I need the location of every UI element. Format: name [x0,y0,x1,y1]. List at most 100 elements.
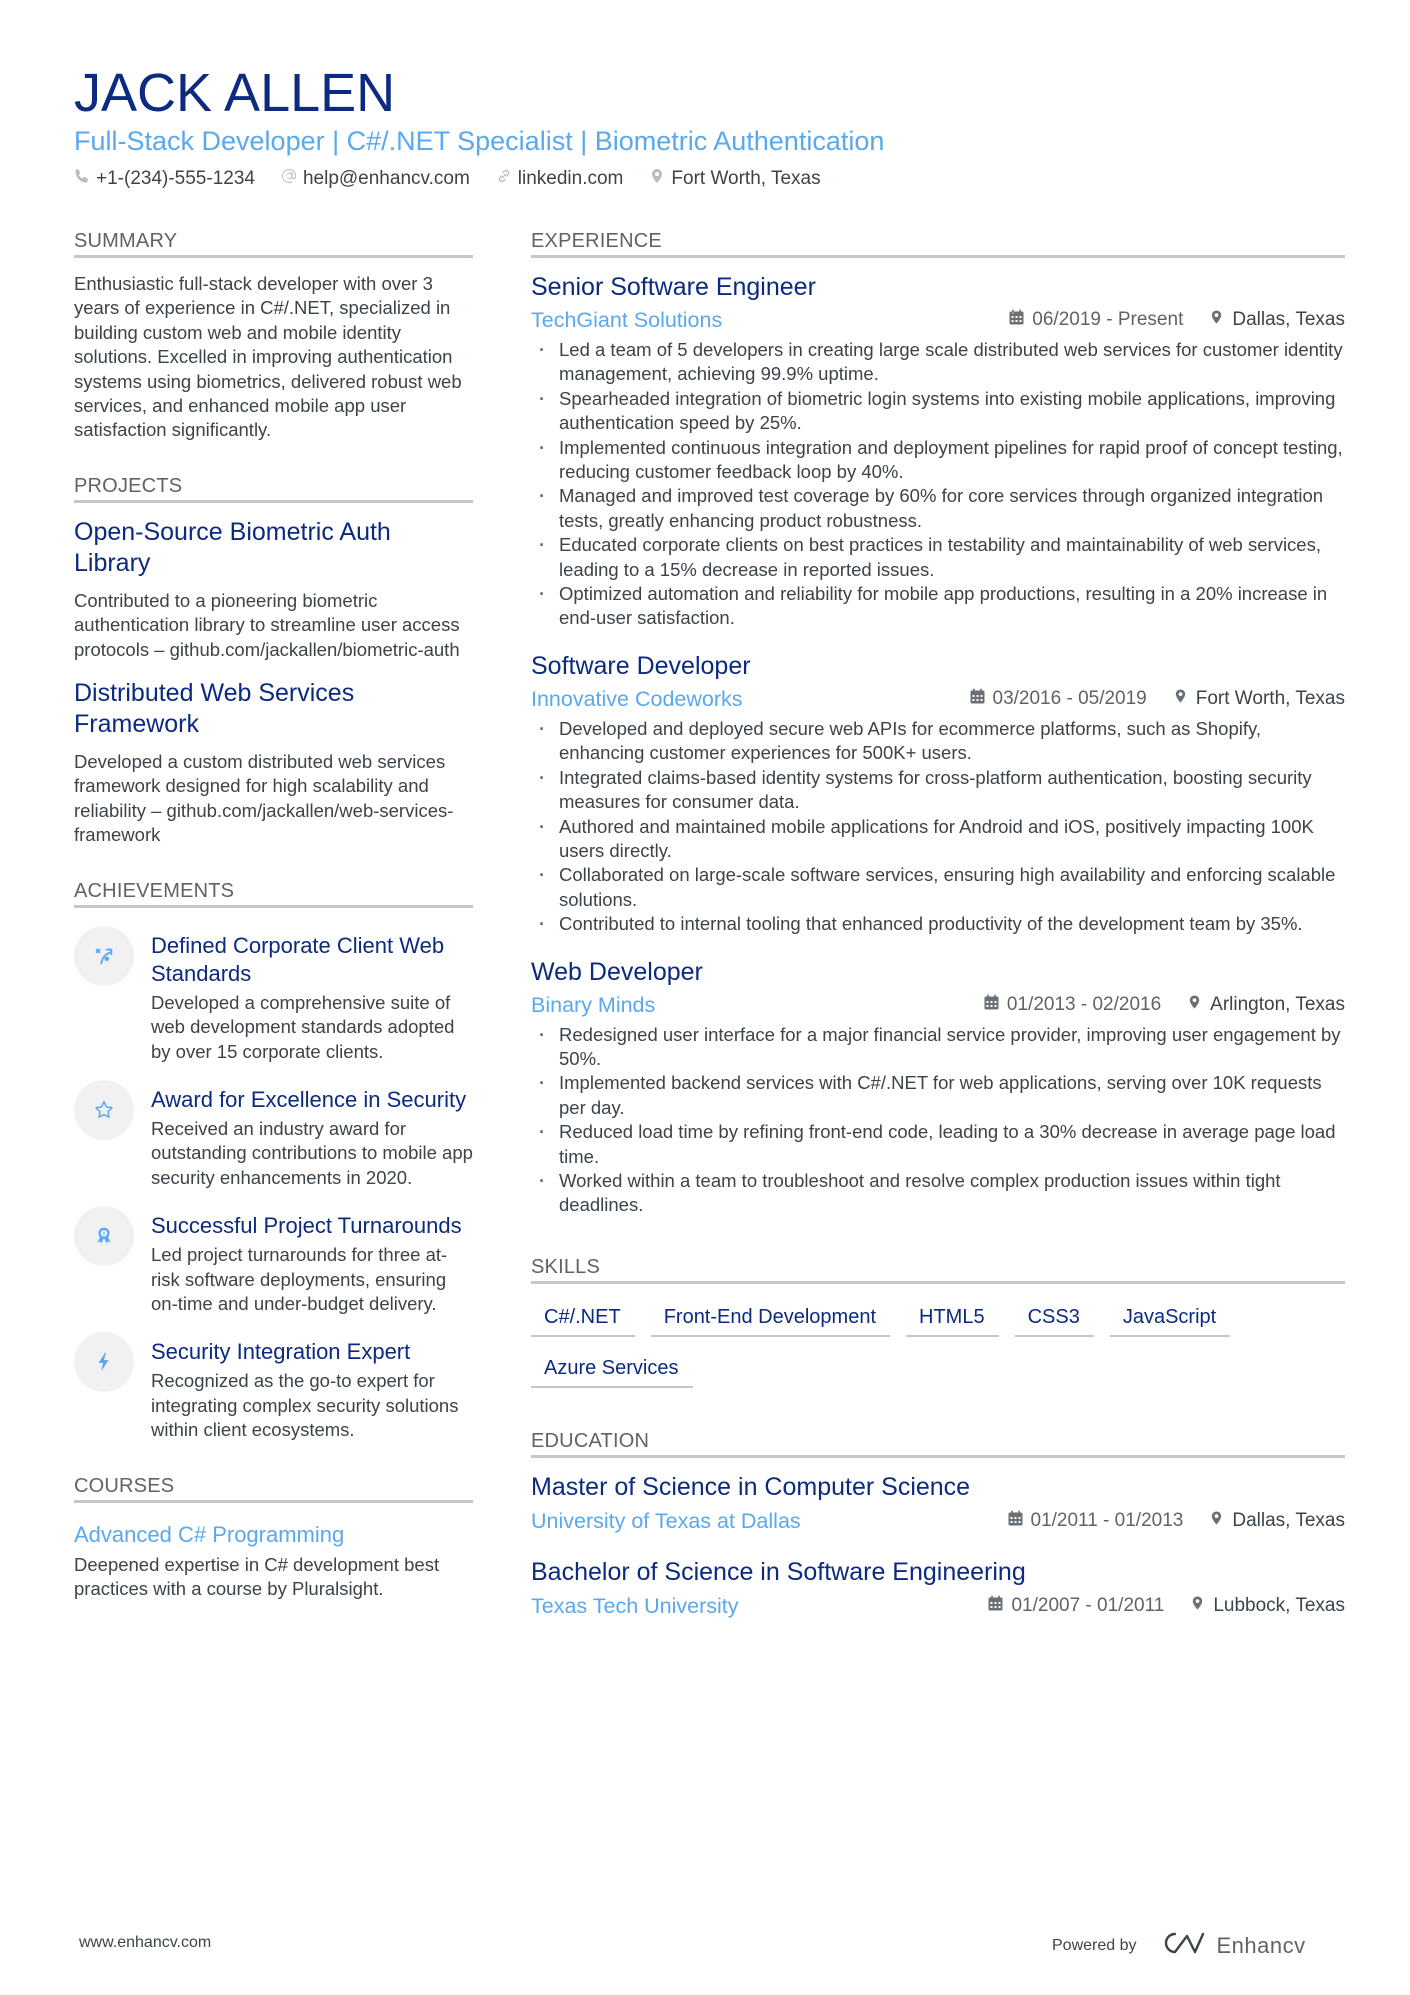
education-dates: 01/2007 - 01/2011 [988,1595,1164,1617]
job-entry: Software Developer Innovative Codeworks … [531,651,1345,937]
job-meta: TechGiant Solutions 06/2019 - Present Da… [531,306,1345,334]
medal-icon [74,1206,134,1267]
contact-bar: +1-(234)-555-1234 help@enhancv.com linke… [74,168,1354,190]
brand-logo[interactable]: Enhancv [1161,1930,1306,1961]
contact-phone[interactable]: +1-(234)-555-1234 [74,168,255,190]
degree-title: Bachelor of Science in Software Engineer… [531,1557,1026,1586]
projects-heading: PROJECTS [74,473,473,503]
skill-tag: HTML5 [906,1302,999,1337]
education-meta-right: 01/2011 - 01/2013 Dallas, Texas [1008,1509,1345,1532]
summary-text: Enthusiastic full-stack developer with o… [74,273,462,441]
at-icon [281,168,297,190]
job-location-text: Fort Worth, Texas [1195,687,1345,709]
education-location: Dallas, Texas [1209,1510,1345,1532]
company-name: Innovative Codeworks [531,686,743,711]
job-bullet: Authored and maintained mobile applicati… [531,815,1345,864]
location-pin-icon [1209,1510,1224,1532]
achievement-description: Recognized as the go-to expert for integ… [151,1370,459,1441]
achievement-body: Security Integration Expert Recognized a… [151,1338,473,1442]
job-bullet: Educated corporate clients on best pract… [531,533,1345,582]
achievement-body: Award for Excellence in Security Receive… [151,1086,473,1190]
job-meta-right: 03/2016 - 05/2019 Fort Worth, Texas [970,687,1345,710]
contact-email-text: help@enhancv.com [302,168,470,189]
project-item: Distributed Web Services Framework Devel… [74,678,473,848]
education-location: Lubbock, Texas [1190,1595,1345,1617]
courses-section: COURSES Advanced C# Programming Deepened… [74,1473,473,1602]
job-bullet: Developed and deployed secure web APIs f… [531,717,1345,766]
strategy-icon [74,925,134,986]
achievement-title: Security Integration Expert [151,1339,411,1365]
job-dates-text: 06/2019 - Present [1032,309,1184,330]
job-meta-right: 06/2019 - Present Dallas, Texas [1009,309,1345,331]
contact-location-text: Fort Worth, Texas [671,168,821,189]
projects-section: PROJECTS Open-Source Biometric Auth Libr… [74,473,473,848]
achievement-item: Security Integration Expert Recognized a… [74,1332,473,1442]
achievement-body: Successful Project Turnarounds Led proje… [151,1212,473,1316]
achievement-item: Successful Project Turnarounds Led proje… [74,1206,473,1316]
contact-phone-text: +1-(234)-555-1234 [96,168,255,189]
job-bullets: Developed and deployed secure web APIs f… [531,717,1345,937]
lightning-icon [74,1332,134,1393]
company-name: TechGiant Solutions [531,308,723,332]
location-pin-icon [649,168,665,190]
course-title: Advanced C# Programming [74,1521,345,1547]
job-location-text: Dallas, Texas [1232,309,1345,330]
achievement-title: Defined Corporate Client Web Standards [151,932,445,986]
education-entry: Bachelor of Science in Software Engineer… [531,1557,1345,1620]
achievement-description: Received an industry award for outstandi… [151,1117,473,1188]
calendar-icon [984,994,999,1016]
education-entry: Master of Science in Computer Science Un… [531,1472,1345,1535]
summary-heading: SUMMARY [74,228,473,258]
job-dates-text: 03/2016 - 05/2019 [992,687,1147,709]
footer-url-link[interactable]: www.enhancv.com [79,1934,211,1952]
contact-linkedin-text: linkedin.com [517,168,624,189]
education-dates-text: 01/2007 - 01/2011 [1011,1594,1165,1616]
education-meta: Texas Tech University 01/2007 - 01/2011 … [531,1592,1345,1620]
job-bullet: Implemented continuous integration and d… [531,436,1345,485]
job-bullets: Redesigned user interface for a major fi… [531,1023,1345,1218]
contact-email[interactable]: help@enhancv.com [281,168,470,190]
page-footer: www.enhancv.com Powered by Enhancv [0,1930,1410,1960]
location-pin-icon [1173,688,1188,710]
achievements-section: ACHIEVEMENTS Defined Corporate Client We… [74,878,473,1443]
achievement-body: Defined Corporate Client Web Standards D… [151,932,473,1064]
candidate-name: JACK ALLEN [74,63,396,123]
job-title: Senior Software Engineer [531,273,816,301]
achievement-item: Defined Corporate Client Web Standards D… [74,925,473,1064]
job-bullet: Redesigned user interface for a major fi… [531,1023,1345,1072]
education-dates-text: 01/2011 - 01/2013 [1030,1509,1184,1531]
contact-linkedin[interactable]: linkedin.com [496,168,624,190]
right-column: EXPERIENCE Senior Software Engineer Tech… [531,228,1345,1650]
job-bullets: Led a team of 5 developers in creating l… [531,338,1345,631]
job-dates: 01/2013 - 02/2016 [984,994,1161,1016]
achievement-title: Successful Project Turnarounds [151,1213,462,1239]
powered-by-label: Powered by [1052,1936,1137,1954]
job-meta-right: 01/2013 - 02/2016 Arlington, Texas [984,994,1345,1016]
job-entry: Senior Software Engineer TechGiant Solut… [531,272,1345,631]
calendar-icon [1008,1510,1023,1532]
school-name: University of Texas at Dallas [531,1508,801,1533]
job-location-text: Arlington, Texas [1210,993,1345,1015]
phone-icon [74,168,90,190]
powered-by: Powered by Enhancv [1052,1930,1306,1961]
skills-list: C#/.NET Front-End Development HTML5 CSS3… [531,1300,1345,1388]
skill-tag: CSS3 [1014,1302,1094,1337]
job-dates-text: 01/2013 - 02/2016 [1006,993,1162,1015]
job-bullet: Reduced load time by refining front-end … [531,1120,1345,1169]
job-dates: 06/2019 - Present [1009,309,1183,331]
skills-heading: SKILLS [531,1254,1345,1284]
skill-tag: JavaScript [1109,1302,1231,1337]
project-title: Distributed Web Services Framework [74,679,355,739]
degree-title: Master of Science in Computer Science [531,1472,971,1501]
job-bullet: Managed and improved test coverage by 60… [531,484,1345,533]
project-description: Developed a custom distributed web servi… [74,751,454,846]
location-pin-icon [1187,994,1202,1016]
link-icon [496,168,512,190]
enhancv-logo-icon [1161,1930,1207,1961]
education-meta-right: 01/2007 - 01/2011 Lubbock, Texas [988,1595,1345,1617]
job-meta: Binary Minds 01/2013 - 02/2016 Arlington… [531,991,1345,1019]
achievements-heading: ACHIEVEMENTS [74,878,473,908]
job-location: Dallas, Texas [1209,309,1345,331]
job-bullet: Spearheaded integration of biometric log… [531,387,1345,436]
school-name: Texas Tech University [531,1593,739,1618]
